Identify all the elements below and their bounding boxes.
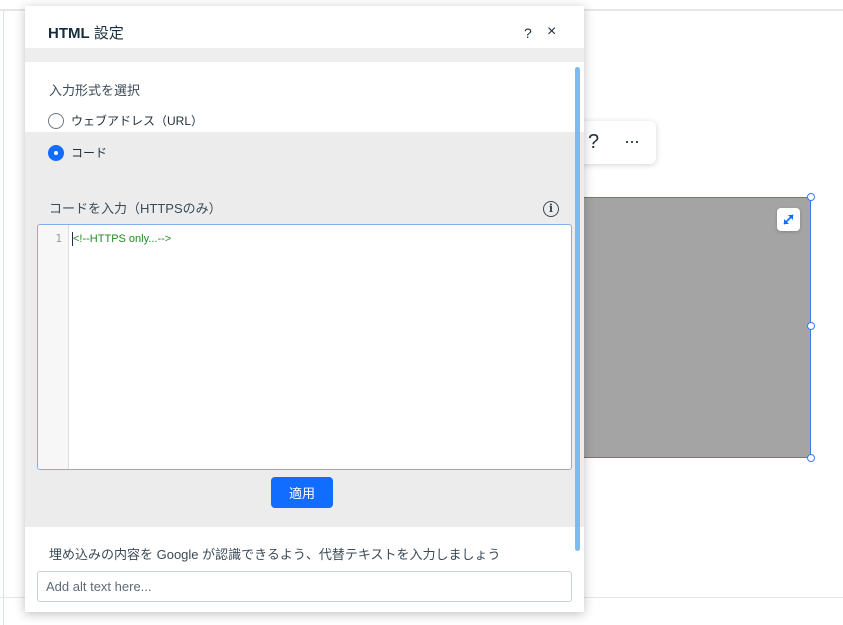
panel-header: HTML 設定 ? × <box>25 6 584 48</box>
code-editor[interactable]: 1 <!--HTTPS only...--> <box>37 224 572 470</box>
radio-option-code[interactable]: コード <box>25 132 584 180</box>
line-number-gutter: 1 <box>38 225 69 469</box>
code-line[interactable]: <!--HTTPS only...--> <box>73 232 171 246</box>
line-number: 1 <box>55 232 62 245</box>
resize-handle-right[interactable] <box>807 322 815 330</box>
radio-button-url[interactable] <box>48 113 64 129</box>
toolbar-help-button[interactable]: ? <box>588 130 599 154</box>
close-button[interactable]: × <box>547 23 556 41</box>
html-settings-panel: HTML 設定 ? × 入力形式を選択 ウェブアドレス（URL） コード コード… <box>25 6 584 612</box>
html-embed-element[interactable] <box>563 197 811 458</box>
alt-text-label: 埋め込みの内容を Google が認識できるよう、代替テキストを入力しましょう <box>49 547 501 562</box>
resize-handle-bottom-right[interactable] <box>807 454 815 462</box>
panel-scrollbar[interactable] <box>575 67 580 551</box>
expand-arrows-icon <box>783 214 794 225</box>
radio-label-code: コード <box>71 146 108 160</box>
canvas-left-guide <box>3 11 4 625</box>
resize-handle-top-right[interactable] <box>807 193 815 201</box>
header-divider <box>25 48 584 62</box>
radio-button-code[interactable] <box>48 145 64 161</box>
panel-title: HTML 設定 <box>48 25 124 42</box>
alt-text-input[interactable] <box>37 571 572 602</box>
info-icon[interactable]: i <box>543 201 559 217</box>
expand-button[interactable] <box>777 208 800 231</box>
toolbar-more-button[interactable]: ··· <box>624 129 640 153</box>
help-button[interactable]: ? <box>524 24 532 42</box>
code-input-label: コードを入力（HTTPSのみ） <box>49 201 222 216</box>
apply-button[interactable]: 適用 <box>271 477 333 508</box>
input-format-label: 入力形式を選択 <box>49 83 141 98</box>
radio-label-url: ウェブアドレス（URL） <box>71 114 204 128</box>
